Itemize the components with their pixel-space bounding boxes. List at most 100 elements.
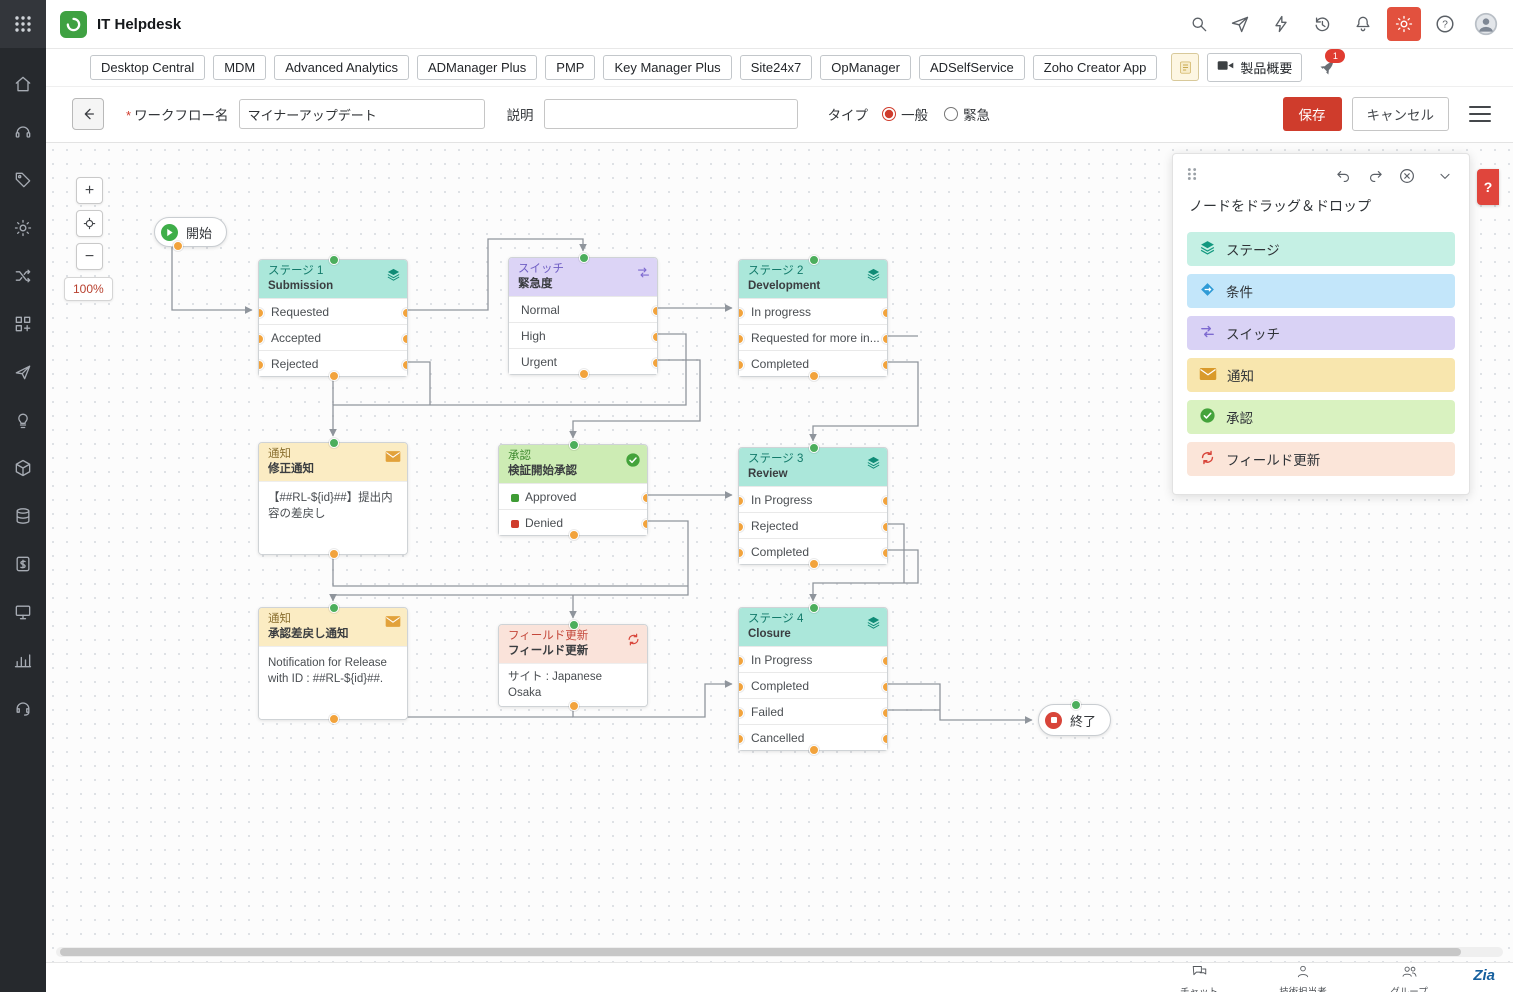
home-icon[interactable] [0,60,46,108]
port-dot[interactable] [329,438,339,448]
port-dot[interactable] [882,708,887,718]
port-dot[interactable] [882,308,887,318]
redo-icon[interactable] [1363,164,1387,188]
node-row[interactable]: Failed [739,698,887,724]
palette-item-approval[interactable]: 承認 [1187,400,1455,434]
palette-item-notification[interactable]: 通知 [1187,358,1455,392]
port-dot[interactable] [329,371,339,381]
horizontal-scrollbar[interactable] [56,947,1503,957]
notifications-bell-icon[interactable] [1346,7,1380,41]
port-dot[interactable] [739,708,744,718]
search-icon[interactable] [1182,7,1216,41]
node-stage-2[interactable]: ステージ 2 Development In progress Requested… [738,259,888,377]
launch-rocket-icon[interactable] [0,348,46,396]
port-dot[interactable] [739,496,744,506]
whats-new-rocket-icon[interactable]: 1 [1314,54,1340,80]
automation-gear-icon[interactable] [0,204,46,252]
assets-monitor-icon[interactable] [0,588,46,636]
product-tab-adselfservice[interactable]: ADSelfService [919,55,1025,80]
end-node[interactable]: 終了 [1038,704,1111,736]
node-row[interactable]: Accepted [259,324,407,350]
description-input[interactable] [544,99,798,129]
port-dot[interactable] [882,682,887,692]
products-cube-icon[interactable] [0,444,46,492]
back-button[interactable] [72,98,104,130]
node-row[interactable]: Normal [509,296,657,322]
type-option-urgent[interactable]: 緊急 [944,104,990,124]
node-row[interactable]: In Progress [739,646,887,672]
product-tab-mdm[interactable]: MDM [213,55,266,80]
scrollbar-thumb[interactable] [60,948,1461,956]
node-approval-verification[interactable]: 承認 検証開始承認 Approved Denied [498,444,648,536]
port-dot[interactable] [882,548,887,558]
explore-icon[interactable] [1223,7,1257,41]
port-dot[interactable] [882,496,887,506]
node-stage-1[interactable]: ステージ 1 Submission Requested Accepted Rej… [258,259,408,377]
port-dot[interactable] [739,656,744,666]
node-notification-approval-return[interactable]: 通知 承認差戻し通知 Notification for Release with… [258,607,408,720]
product-tab-pmp[interactable]: PMP [545,55,595,80]
port-dot[interactable] [652,332,657,342]
port-dot[interactable] [569,440,579,450]
save-button[interactable]: 保存 [1283,97,1342,131]
zia-logo[interactable]: Zia [1473,967,1495,984]
port-dot[interactable] [569,620,579,630]
port-dot[interactable] [739,360,744,370]
footer-technician[interactable]: 技術担当者 [1258,965,1348,992]
port-dot[interactable] [739,522,744,532]
product-tab-key-manager-plus[interactable]: Key Manager Plus [603,55,731,80]
port-dot[interactable] [882,734,887,744]
solutions-bulb-icon[interactable] [0,396,46,444]
port-dot[interactable] [882,522,887,532]
footer-group[interactable]: グループ [1364,965,1454,992]
modules-icon[interactable] [0,300,46,348]
port-dot[interactable] [642,519,647,529]
history-icon[interactable] [1305,7,1339,41]
product-overview-button[interactable]: 製品概要 [1207,53,1302,82]
type-radio-general[interactable] [882,107,896,121]
port-dot[interactable] [652,306,657,316]
port-dot[interactable] [569,530,579,540]
avatar[interactable] [1469,7,1503,41]
billing-icon[interactable] [0,540,46,588]
node-row[interactable]: Requested [259,298,407,324]
type-radio-urgent[interactable] [944,107,958,121]
node-stage-3[interactable]: ステージ 3 Review In Progress Rejected Compl… [738,447,888,565]
port-dot[interactable] [259,360,264,370]
port-dot[interactable] [882,656,887,666]
port-dot[interactable] [329,603,339,613]
port-dot[interactable] [1071,700,1081,710]
node-row[interactable]: In progress [739,298,887,324]
release-notes-icon[interactable] [1171,53,1199,81]
port-dot[interactable] [739,334,744,344]
port-dot[interactable] [402,308,407,318]
node-stage-4[interactable]: ステージ 4 Closure In Progress Completed Fai… [738,607,888,751]
product-tab-admanager-plus[interactable]: ADManager Plus [417,55,537,80]
workflow-name-input[interactable] [239,99,485,129]
port-dot[interactable] [739,682,744,692]
footer-chat[interactable]: チャット [1154,965,1244,992]
tags-icon[interactable] [0,156,46,204]
workflow-shuffle-icon[interactable] [0,252,46,300]
port-dot[interactable] [579,369,589,379]
collapse-chevron-icon[interactable] [1433,164,1457,188]
port-dot[interactable] [329,714,339,724]
node-row[interactable]: Approved [499,483,647,509]
port-dot[interactable] [809,255,819,265]
palette-item-switch[interactable]: スイッチ [1187,316,1455,350]
palette-item-field-update[interactable]: フィールド更新 [1187,442,1455,476]
undo-icon[interactable] [1331,164,1355,188]
port-dot[interactable] [259,308,264,318]
menu-hamburger-icon[interactable] [1469,106,1491,122]
product-tab-opmanager[interactable]: OpManager [820,55,911,80]
quick-actions-icon[interactable] [1264,7,1298,41]
port-dot[interactable] [739,308,744,318]
start-node[interactable]: 開始 [154,217,227,247]
node-row[interactable]: Requested for more in... [739,324,887,350]
cancel-button[interactable]: キャンセル [1352,97,1450,131]
contact-headset-icon[interactable] [0,684,46,732]
port-dot[interactable] [259,334,264,344]
apps-grid-icon[interactable] [0,0,46,48]
port-dot[interactable] [329,255,339,265]
app-logo-icon[interactable] [60,11,87,38]
